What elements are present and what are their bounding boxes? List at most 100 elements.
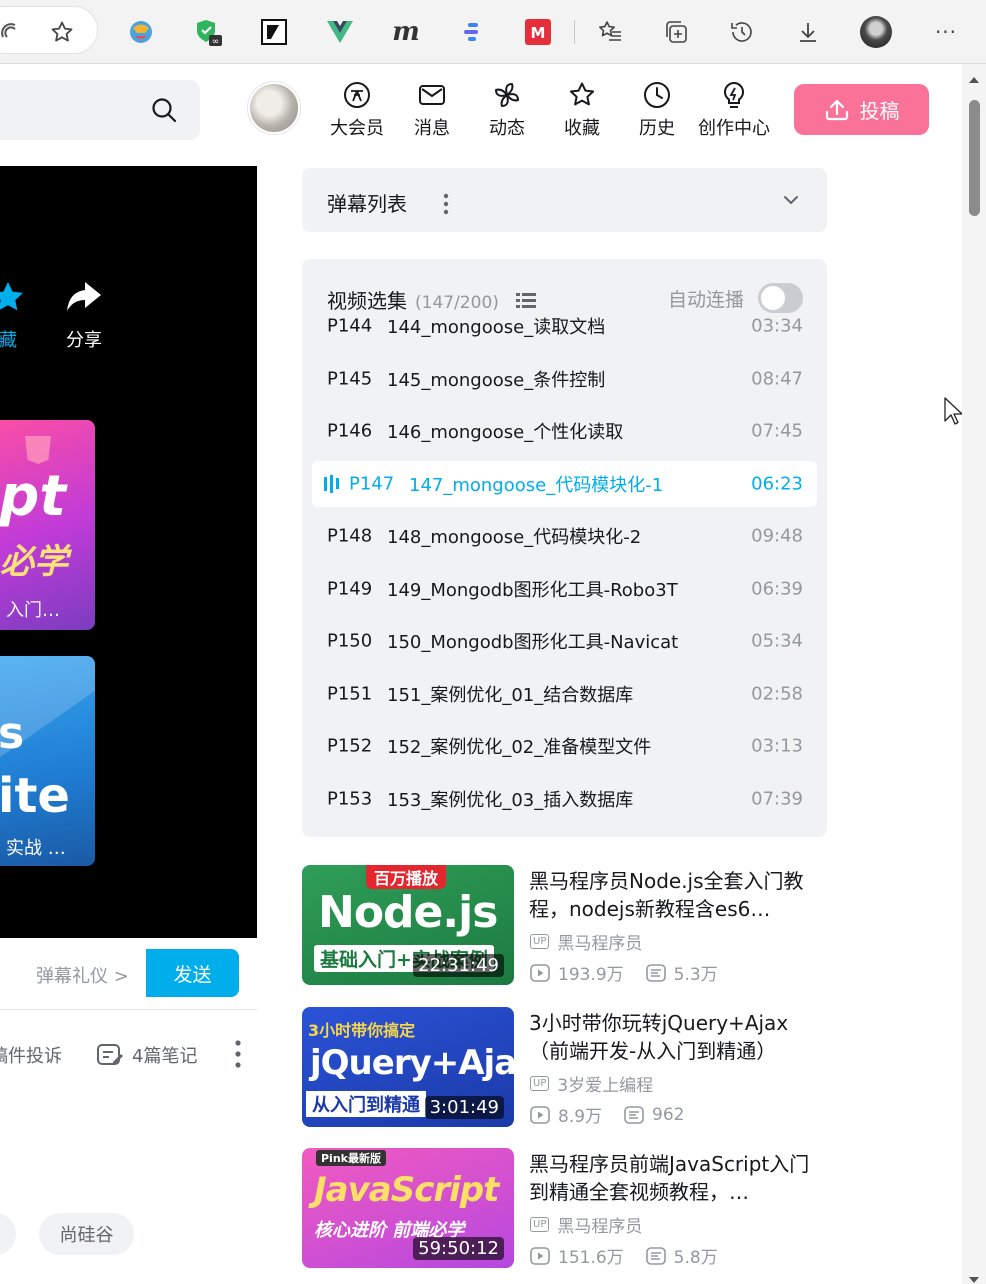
episode-item[interactable]: P146 146_mongoose_个性化读取 07:45 xyxy=(312,408,817,454)
episode-item[interactable]: P144 144_mongoose_读取文档 03:34 xyxy=(312,312,817,349)
more-menu-button[interactable]: ··· xyxy=(928,14,964,50)
player-share-button[interactable]: 分享 xyxy=(54,280,114,352)
page-scrollbar[interactable] xyxy=(962,64,986,1284)
playing-icon xyxy=(324,474,339,493)
download-icon[interactable] xyxy=(790,14,826,50)
collections-icon[interactable] xyxy=(658,14,694,50)
notes-link[interactable]: 4篇笔记 xyxy=(96,1040,197,1070)
card-caption: 入门… xyxy=(6,600,60,621)
related-card[interactable]: ipt 必学 入门… xyxy=(0,420,95,630)
extension-shield-icon[interactable]: ∞ xyxy=(190,14,226,50)
danmaku-list-more-icon[interactable] xyxy=(441,192,451,220)
recommended-video[interactable]: 3小时带你搞定 jQuery+Ajax 从入门到精通3:01:49 3小时带你玩转jQ… xyxy=(302,1007,822,1129)
episode-number: P145 xyxy=(327,368,373,389)
recommended-video[interactable]: 百万播放 Node.js 基础入门+实战案例 22:31:49 黑马程序员Node.js… xyxy=(302,865,822,987)
more-options-icon[interactable] xyxy=(232,1038,244,1074)
player-favorite-button[interactable]: 藏 xyxy=(0,280,38,352)
episode-item[interactable]: P148 148_mongoose_代码模块化-2 09:48 xyxy=(312,513,817,559)
episode-item[interactable]: P153 153_案例优化_03_插入数据库 07:39 xyxy=(312,776,817,822)
toolbar-divider xyxy=(574,20,575,44)
nav-creator-label: 创作中心 xyxy=(698,118,770,139)
nav-vip[interactable]: 大会员 xyxy=(327,80,387,140)
episode-title: 148_mongoose_代码模块化-2 xyxy=(387,527,642,548)
episode-list[interactable]: P144 144_mongoose_读取文档 03:34 P145 145_mongoo… xyxy=(302,312,827,837)
nav-dynamic[interactable]: 动态 xyxy=(477,80,537,140)
scroll-up-icon[interactable] xyxy=(968,70,980,89)
episode-duration: 06:23 xyxy=(751,473,803,494)
scroll-down-icon[interactable] xyxy=(968,1270,980,1284)
danmaku-count: 5.8万 xyxy=(673,1248,718,1268)
video-tag[interactable]: 尚硅谷 xyxy=(39,1213,134,1255)
episode-item[interactable]: P145 145_mongoose_条件控制 08:47 xyxy=(312,356,817,402)
episode-item[interactable]: P150 150_Mongodb图形化工具-Navicat 05:34 xyxy=(312,618,817,664)
nav-message[interactable]: 消息 xyxy=(402,80,462,140)
episode-duration: 06:39 xyxy=(751,578,803,599)
thumbnail-title-art: Node.js xyxy=(318,887,498,938)
nav-favorite-label: 收藏 xyxy=(564,118,600,139)
episode-title: 144_mongoose_读取文档 xyxy=(387,317,606,338)
extension-notion-icon[interactable] xyxy=(256,14,292,50)
scrollbar-thumb[interactable] xyxy=(969,100,980,216)
thumbnail-title-art: JavaScript xyxy=(314,1170,499,1210)
episode-title: 147_mongoose_代码模块化-1 xyxy=(409,474,664,496)
episode-item[interactable]: P152 152_案例优化_02_准备模型文件 03:13 xyxy=(312,723,817,769)
nav-history[interactable]: 历史 xyxy=(627,80,687,140)
complaint-link[interactable]: 稿件投诉 xyxy=(0,1040,62,1070)
video-thumbnail[interactable]: 百万播放 Node.js 基础入门+实战案例 22:31:49 xyxy=(302,865,514,985)
vip-icon xyxy=(344,82,370,108)
uploader-name: 黑马程序员 xyxy=(557,1217,643,1237)
nav-creator[interactable]: 创作中心 xyxy=(694,80,774,140)
play-count-icon xyxy=(530,1105,550,1124)
nav-favorite[interactable]: 收藏 xyxy=(552,80,612,140)
danmaku-count-icon xyxy=(645,963,666,982)
episode-title: 146_mongoose_个性化读取 xyxy=(387,422,624,443)
card-subtitle-art: s xyxy=(0,708,25,759)
episode-title: 153_案例优化_03_插入数据库 xyxy=(387,789,634,811)
recommended-video[interactable]: Pink最新版 JavaScript 核心进阶 前端必学 59:50:12 黑马程序员前… xyxy=(302,1148,822,1270)
video-title[interactable]: 黑马程序员Node.js全套入门教程，nodejs新教程含es6… xyxy=(529,867,819,923)
uploader-name: 3岁爱上编程 xyxy=(557,1076,654,1096)
episode-number: P153 xyxy=(327,788,373,809)
episode-number: P151 xyxy=(327,683,373,704)
play-count-icon xyxy=(530,1246,550,1265)
user-avatar[interactable] xyxy=(248,82,300,134)
episode-duration: 07:39 xyxy=(751,788,803,809)
episode-number: P152 xyxy=(327,735,373,757)
uploader[interactable]: UP 3岁爱上编程 xyxy=(530,1071,653,1096)
video-thumbnail[interactable]: Pink最新版 JavaScript 核心进阶 前端必学 59:50:12 xyxy=(302,1148,514,1268)
episode-duration: 09:48 xyxy=(751,525,803,547)
upload-button[interactable]: 投稿 xyxy=(794,84,929,135)
extension-globe-icon[interactable] xyxy=(123,14,159,50)
player-favorite-label: 藏 xyxy=(0,330,17,351)
extension-m-icon[interactable]: m xyxy=(388,14,424,50)
danmaku-etiquette-link[interactable]: 弹幕礼仪 > xyxy=(36,962,129,988)
episode-number: P146 xyxy=(327,420,373,442)
video-stats: 8.9万 962 xyxy=(530,1102,685,1127)
list-view-icon[interactable] xyxy=(515,291,537,309)
video-title[interactable]: 3小时带你玩转jQuery+Ajax（前端开发-从入门到精通） xyxy=(529,1009,819,1065)
extension-red-icon[interactable]: M xyxy=(520,14,556,50)
favorites-list-icon[interactable] xyxy=(592,14,628,50)
search-icon[interactable] xyxy=(150,96,178,128)
video-thumbnail[interactable]: 3小时带你搞定 jQuery+Ajax 从入门到精通3:01:49 xyxy=(302,1007,514,1127)
episode-item[interactable]: P151 151_案例优化_01_结合数据库 02:58 xyxy=(312,671,817,717)
video-tag[interactable]: e xyxy=(0,1213,16,1255)
uploader[interactable]: UP 黑马程序员 xyxy=(530,1212,642,1237)
episode-item[interactable]: P149 149_Mongodb图形化工具-Robo3T 06:39 xyxy=(312,566,817,612)
profile-avatar-icon[interactable] xyxy=(858,14,894,50)
favorite-star-icon[interactable] xyxy=(44,14,80,50)
history-browser-icon[interactable] xyxy=(724,14,760,50)
video-duration: 22:31:49 xyxy=(413,954,504,977)
uploader[interactable]: UP 黑马程序员 xyxy=(530,929,642,954)
extension-vue-icon[interactable] xyxy=(322,14,358,50)
danmaku-count-icon xyxy=(624,1105,644,1124)
episode-item-active[interactable]: P147 147_mongoose_代码模块化-1 06:23 xyxy=(312,460,817,507)
extension-bars-icon[interactable] xyxy=(454,14,490,50)
episode-duration: 03:13 xyxy=(751,735,803,757)
site-info-icon[interactable] xyxy=(0,14,28,50)
autoplay-toggle[interactable] xyxy=(758,283,803,313)
related-card[interactable]: s ite 实战 … xyxy=(0,656,95,866)
danmaku-send-button[interactable]: 发送 xyxy=(146,949,239,997)
chevron-down-icon[interactable] xyxy=(780,190,802,214)
video-title[interactable]: 黑马程序员前端JavaScript入门到精通全套视频教程，… xyxy=(529,1150,819,1206)
